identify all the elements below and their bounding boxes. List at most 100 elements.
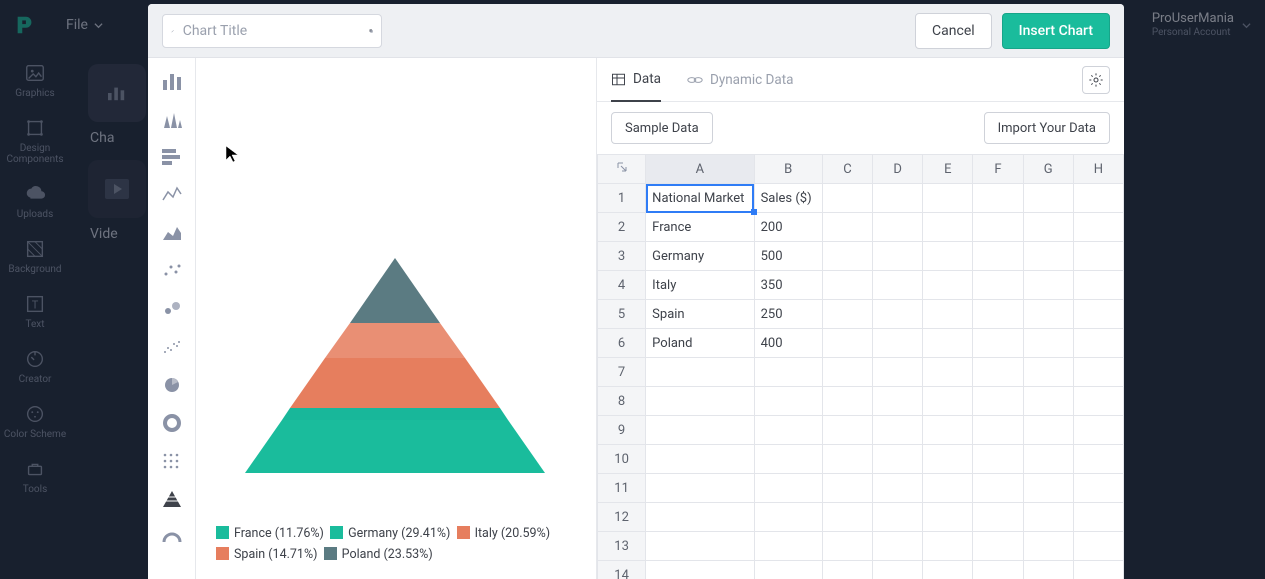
grid-cell[interactable] <box>646 561 754 579</box>
grid-cell[interactable] <box>822 416 872 445</box>
grid-cell[interactable] <box>1073 503 1123 532</box>
grid-cell[interactable] <box>973 532 1023 561</box>
grid-cell[interactable]: Poland <box>646 329 754 358</box>
grid-cell[interactable]: France <box>646 213 754 242</box>
account-menu[interactable]: ProUserMania Personal Account <box>1152 11 1251 39</box>
grid-cell[interactable] <box>873 387 923 416</box>
grid-cell[interactable] <box>1023 213 1073 242</box>
grid-cell[interactable] <box>973 242 1023 271</box>
grid-cell[interactable] <box>873 474 923 503</box>
grid-cell[interactable] <box>923 184 973 213</box>
grid-cell[interactable] <box>1023 503 1073 532</box>
grid-cell[interactable] <box>923 213 973 242</box>
rail-text[interactable]: TText <box>24 293 46 330</box>
chart-type-bar[interactable] <box>159 70 185 92</box>
settings-button[interactable] <box>1082 66 1110 94</box>
grid-cell[interactable] <box>754 358 822 387</box>
row-header[interactable]: 10 <box>598 445 646 474</box>
grid-cell[interactable] <box>873 416 923 445</box>
grid-cell[interactable] <box>1073 445 1123 474</box>
grid-cell[interactable] <box>1023 561 1073 579</box>
chart-type-bubble[interactable] <box>159 298 185 320</box>
grid-cell[interactable] <box>873 271 923 300</box>
rail-uploads[interactable]: Uploads <box>17 183 53 220</box>
grid-cell[interactable] <box>873 242 923 271</box>
grid-cell[interactable] <box>873 213 923 242</box>
col-header[interactable]: A <box>646 155 754 184</box>
grid-cell[interactable] <box>973 561 1023 579</box>
grid-cell[interactable] <box>1073 213 1123 242</box>
grid-cell[interactable] <box>923 387 973 416</box>
grid-cell[interactable] <box>923 416 973 445</box>
grid-cell[interactable] <box>1073 184 1123 213</box>
grid-cell[interactable] <box>1023 184 1073 213</box>
grid-cell[interactable] <box>923 271 973 300</box>
grid-cell[interactable]: 200 <box>754 213 822 242</box>
col-header[interactable]: H <box>1073 155 1123 184</box>
grid-cell[interactable] <box>822 445 872 474</box>
row-header[interactable]: 9 <box>598 416 646 445</box>
grid-cell[interactable] <box>1073 532 1123 561</box>
grid-cell[interactable] <box>923 300 973 329</box>
chart-type-column[interactable] <box>159 108 185 130</box>
grid-cell[interactable] <box>973 329 1023 358</box>
grid-cell[interactable] <box>754 445 822 474</box>
grid-cell[interactable] <box>822 474 872 503</box>
rail-components[interactable]: Design Components <box>0 117 70 165</box>
grid-cell[interactable] <box>1073 416 1123 445</box>
cancel-button[interactable]: Cancel <box>915 13 992 49</box>
grid-cell[interactable] <box>873 358 923 387</box>
grid-cell[interactable] <box>973 387 1023 416</box>
grid-cell[interactable]: 400 <box>754 329 822 358</box>
grid-cell[interactable]: 250 <box>754 300 822 329</box>
grid-cell[interactable] <box>1023 474 1073 503</box>
grid-cell[interactable] <box>822 561 872 579</box>
col-header[interactable]: G <box>1023 155 1073 184</box>
grid-cell[interactable] <box>1073 271 1123 300</box>
sample-data-button[interactable]: Sample Data <box>611 112 713 144</box>
grid-cell[interactable] <box>646 532 754 561</box>
data-grid[interactable]: ABCDEFGH1National MarketSales ($)2France… <box>597 154 1124 579</box>
row-header[interactable]: 2 <box>598 213 646 242</box>
row-header[interactable]: 4 <box>598 271 646 300</box>
grid-cell[interactable]: National Market <box>646 184 754 213</box>
grid-cell[interactable] <box>822 387 872 416</box>
thumb-charts[interactable] <box>88 64 146 122</box>
grid-cell[interactable] <box>754 474 822 503</box>
grid-cell[interactable] <box>822 358 872 387</box>
grid-cell[interactable] <box>923 474 973 503</box>
chart-type-line[interactable] <box>159 184 185 206</box>
grid-cell[interactable]: Spain <box>646 300 754 329</box>
grid-cell[interactable]: 350 <box>754 271 822 300</box>
grid-cell[interactable] <box>754 532 822 561</box>
col-header[interactable]: D <box>873 155 923 184</box>
grid-cell[interactable] <box>1023 271 1073 300</box>
grid-cell[interactable] <box>1073 474 1123 503</box>
grid-cell[interactable] <box>646 445 754 474</box>
grid-cell[interactable] <box>973 474 1023 503</box>
grid-cell[interactable] <box>1073 329 1123 358</box>
chart-type-pyramid[interactable] <box>159 488 185 510</box>
row-header[interactable]: 7 <box>598 358 646 387</box>
grid-cell[interactable] <box>822 213 872 242</box>
grid-cell[interactable] <box>822 271 872 300</box>
grid-cell[interactable] <box>1073 387 1123 416</box>
grid-cell[interactable] <box>973 503 1023 532</box>
chart-type-scatter[interactable] <box>159 260 185 282</box>
grid-cell[interactable] <box>1023 532 1073 561</box>
thumb-video[interactable] <box>88 160 146 218</box>
grid-cell[interactable] <box>1073 242 1123 271</box>
grid-cell[interactable] <box>1023 387 1073 416</box>
chart-type-matrix[interactable] <box>159 450 185 472</box>
grid-cell[interactable] <box>1023 358 1073 387</box>
grid-cell[interactable] <box>923 561 973 579</box>
rail-background[interactable]: Background <box>8 238 61 275</box>
row-header[interactable]: 1 <box>598 184 646 213</box>
row-header[interactable]: 11 <box>598 474 646 503</box>
grid-cell[interactable] <box>822 503 872 532</box>
grid-cell[interactable] <box>822 300 872 329</box>
grid-cell[interactable] <box>1073 300 1123 329</box>
grid-cell[interactable] <box>646 474 754 503</box>
grid-cell[interactable] <box>923 445 973 474</box>
grid-cell[interactable] <box>646 358 754 387</box>
